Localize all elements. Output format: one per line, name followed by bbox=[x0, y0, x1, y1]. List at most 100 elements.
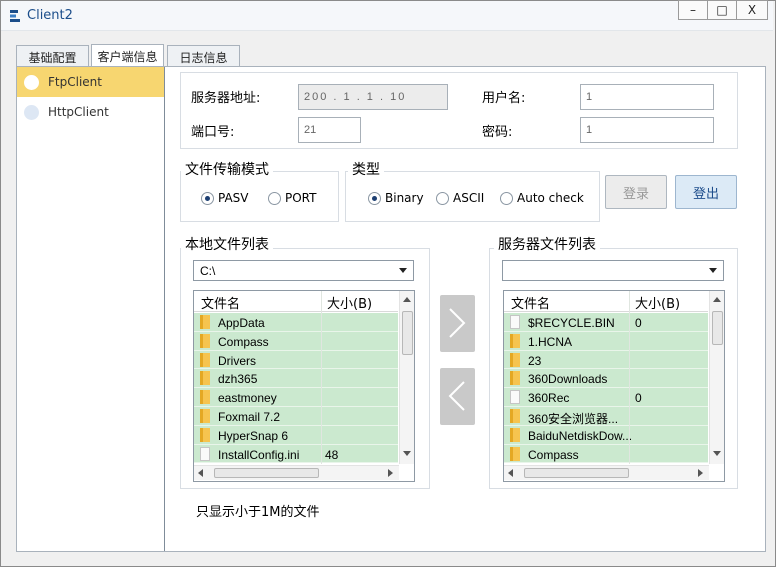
maximize-button[interactable]: □ bbox=[707, 0, 737, 20]
folder-icon bbox=[200, 371, 210, 386]
folder-icon bbox=[200, 315, 210, 329]
tab-label: 日志信息 bbox=[179, 51, 228, 65]
radio-label: Binary bbox=[385, 191, 424, 205]
vertical-scrollbar[interactable] bbox=[709, 291, 724, 464]
type-title: 类型 bbox=[348, 159, 384, 179]
port-label: 端口号: bbox=[191, 125, 235, 140]
client-dot-icon bbox=[24, 105, 39, 120]
scroll-up-icon[interactable] bbox=[713, 297, 721, 302]
sidebar-item-ftpclient[interactable]: FtpClient bbox=[17, 67, 164, 97]
username-field[interactable]: 1 bbox=[580, 84, 714, 110]
file-name: 23 bbox=[528, 353, 542, 368]
scroll-up-icon[interactable] bbox=[403, 297, 411, 302]
scroll-down-icon[interactable] bbox=[713, 451, 721, 456]
sidebar-item-httpclient[interactable]: HttpClient bbox=[17, 97, 164, 127]
list-item[interactable]: Compass bbox=[194, 331, 398, 351]
file-name: 1.HCNA bbox=[528, 334, 573, 349]
dropdown-arrow-icon bbox=[709, 268, 717, 273]
scroll-thumb[interactable] bbox=[524, 468, 629, 478]
list-item[interactable]: 360安全浏览器... bbox=[504, 407, 708, 426]
close-button[interactable]: X bbox=[736, 0, 768, 20]
list-item[interactable]: 360Downloads bbox=[504, 369, 708, 389]
folder-icon bbox=[510, 352, 520, 367]
horizontal-scrollbar[interactable] bbox=[504, 465, 709, 480]
list-item[interactable]: Compass bbox=[504, 444, 708, 464]
file-icon bbox=[200, 446, 210, 461]
tab-log-info[interactable]: 日志信息 bbox=[167, 45, 240, 67]
scroll-right-icon[interactable] bbox=[698, 469, 703, 477]
scroll-left-icon[interactable] bbox=[508, 469, 513, 477]
tab-client-info[interactable]: 客户端信息 bbox=[91, 44, 164, 67]
folder-icon bbox=[200, 352, 210, 367]
logout-button[interactable]: 登出 bbox=[675, 175, 737, 209]
list-item[interactable]: InstallConfig.ini 48 bbox=[194, 444, 398, 464]
scroll-thumb[interactable] bbox=[712, 311, 723, 345]
file-name: Compass bbox=[218, 334, 269, 349]
file-name: Compass bbox=[528, 447, 579, 462]
server-address-field[interactable]: 200 . 1 . 1 . 10 bbox=[298, 84, 448, 110]
list-item[interactable]: HyperSnap 6 bbox=[194, 425, 398, 445]
list-item[interactable]: dzh365 bbox=[194, 369, 398, 389]
radio-label: PASV bbox=[218, 191, 249, 205]
tab-label: 基础配置 bbox=[28, 51, 77, 65]
file-name: $RECYCLE.BIN bbox=[528, 316, 615, 330]
column-header-name[interactable]: 文件名 bbox=[511, 293, 550, 312]
radio-binary[interactable]: Binary bbox=[368, 191, 424, 205]
folder-icon bbox=[200, 333, 210, 348]
file-name: 360Rec bbox=[528, 391, 570, 406]
list-item[interactable]: 360Rec 0 bbox=[504, 388, 708, 407]
file-name: InstallConfig.ini bbox=[218, 447, 300, 462]
scroll-thumb[interactable] bbox=[214, 468, 319, 478]
local-drive-select[interactable]: C:\ bbox=[193, 260, 414, 281]
server-drive-select[interactable] bbox=[502, 260, 724, 281]
radio-selected-icon bbox=[368, 191, 381, 205]
file-name: BaiduNetdiskDow... bbox=[528, 428, 633, 443]
radio-label: ASCII bbox=[453, 191, 485, 205]
list-item[interactable]: Foxmail 7.2 bbox=[194, 407, 398, 426]
tab-basic-config[interactable]: 基础配置 bbox=[16, 45, 89, 67]
server-files-title: 服务器文件列表 bbox=[494, 234, 600, 254]
download-button[interactable] bbox=[440, 368, 475, 425]
column-header-size[interactable]: 大小(B) bbox=[327, 293, 372, 312]
list-header: 文件名 大小(B) bbox=[194, 291, 398, 312]
file-name: dzh365 bbox=[218, 372, 258, 387]
column-header-size[interactable]: 大小(B) bbox=[635, 293, 680, 312]
login-button[interactable]: 登录 bbox=[605, 175, 667, 209]
password-field[interactable]: 1 bbox=[580, 117, 714, 143]
folder-icon bbox=[200, 390, 210, 405]
radio-label: PORT bbox=[285, 191, 317, 205]
radio-ascii[interactable]: ASCII bbox=[436, 191, 484, 205]
file-name: 360安全浏览器... bbox=[528, 412, 619, 426]
folder-icon bbox=[200, 409, 210, 423]
radio-auto-check[interactable]: Auto check bbox=[500, 191, 584, 205]
minimize-button[interactable]: – bbox=[678, 0, 708, 20]
dropdown-arrow-icon bbox=[399, 268, 407, 273]
list-item[interactable]: $RECYCLE.BIN 0 bbox=[504, 313, 708, 332]
local-file-list[interactable]: 文件名 大小(B) AppData Compass Drivers dzh365 eas… bbox=[193, 290, 415, 482]
server-file-list[interactable]: 文件名 大小(B) $RECYCLE.BIN 0 1.HCNA 23 360Downlo… bbox=[503, 290, 725, 482]
scroll-right-icon[interactable] bbox=[388, 469, 393, 477]
vertical-scrollbar[interactable] bbox=[399, 291, 414, 464]
scroll-left-icon[interactable] bbox=[198, 469, 203, 477]
radio-port[interactable]: PORT bbox=[268, 191, 316, 205]
local-files-title: 本地文件列表 bbox=[181, 234, 273, 254]
folder-icon bbox=[510, 371, 520, 386]
sidebar: FtpClient HttpClient bbox=[17, 67, 165, 551]
list-item[interactable]: eastmoney bbox=[194, 388, 398, 407]
column-divider bbox=[321, 291, 322, 464]
folder-icon bbox=[510, 409, 520, 423]
scroll-down-icon[interactable] bbox=[403, 451, 411, 456]
scroll-thumb[interactable] bbox=[402, 311, 413, 355]
list-item[interactable]: AppData bbox=[194, 313, 398, 332]
list-item[interactable]: 23 bbox=[504, 350, 708, 370]
list-item[interactable]: BaiduNetdiskDow... bbox=[504, 425, 708, 445]
list-item[interactable]: 1.HCNA bbox=[504, 331, 708, 351]
column-header-name[interactable]: 文件名 bbox=[201, 293, 240, 312]
radio-pasv[interactable]: PASV bbox=[201, 191, 249, 205]
file-name: Drivers bbox=[218, 353, 256, 368]
horizontal-scrollbar[interactable] bbox=[194, 465, 399, 480]
upload-button[interactable] bbox=[440, 295, 475, 352]
list-item[interactable]: Drivers bbox=[194, 350, 398, 370]
minimize-icon: – bbox=[690, 3, 696, 17]
port-field[interactable]: 21 bbox=[298, 117, 361, 143]
